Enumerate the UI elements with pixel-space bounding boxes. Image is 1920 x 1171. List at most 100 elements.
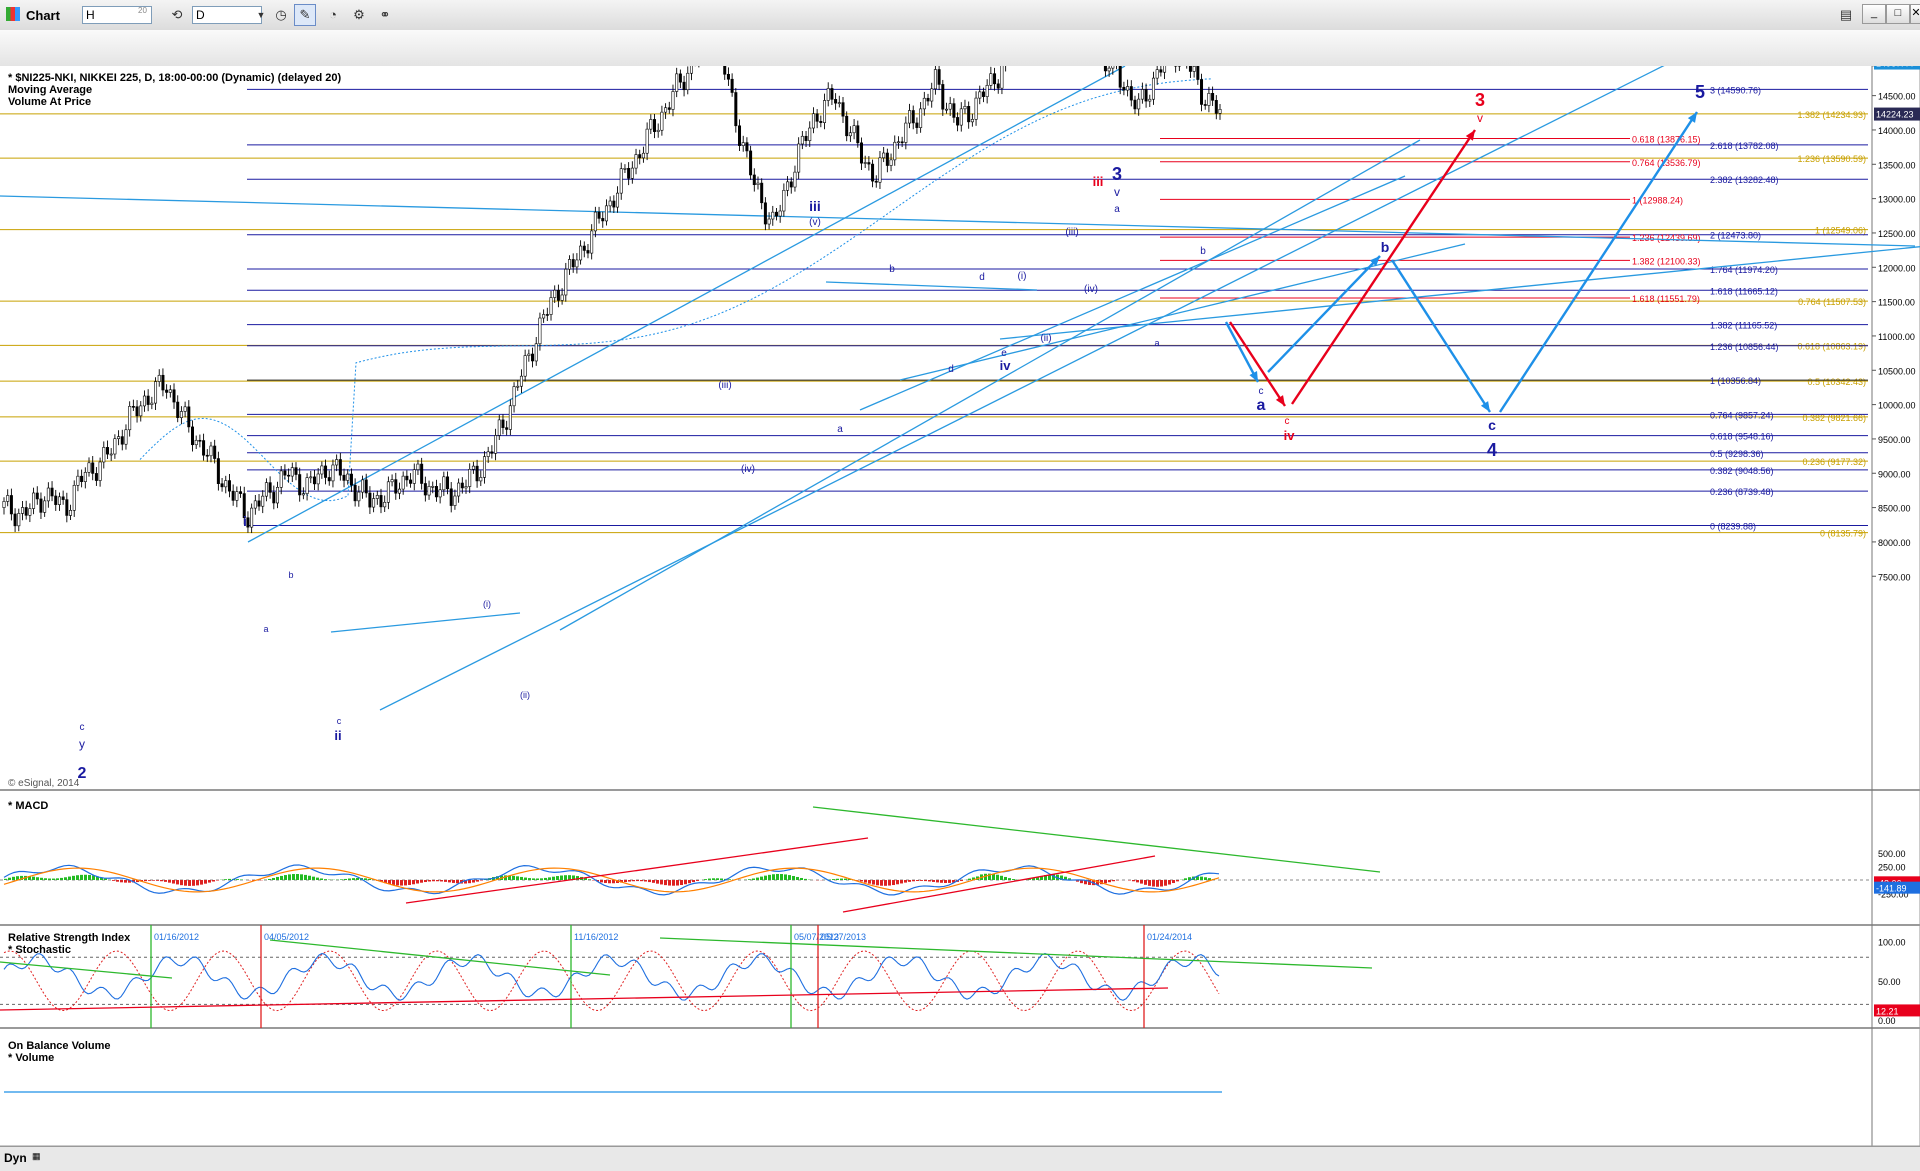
candle-body xyxy=(875,181,877,182)
macd-histogram-bar xyxy=(84,875,87,880)
dyn-dropdown-icon[interactable]: ▦ xyxy=(32,1151,41,1162)
candle-body xyxy=(1123,87,1125,90)
candle-body xyxy=(402,476,404,489)
candle-body xyxy=(210,446,212,456)
candle-body xyxy=(406,476,408,480)
wave-label: a xyxy=(837,424,843,435)
candle-body xyxy=(997,84,999,88)
macd-histogram-bar xyxy=(32,877,35,880)
candle-body xyxy=(95,473,97,480)
macd-histogram-bar xyxy=(476,880,479,882)
candle-body xyxy=(882,153,884,158)
macd-histogram-bar xyxy=(564,875,567,880)
macd-histogram-bar xyxy=(104,879,107,880)
macd-histogram-bar xyxy=(408,880,411,885)
candle-body xyxy=(879,158,881,182)
candle-body xyxy=(616,193,618,207)
y-tick-label: 7500.00 xyxy=(1878,572,1911,582)
macd-histogram-bar xyxy=(224,879,227,880)
macd-histogram-bar xyxy=(760,877,763,880)
macd-histogram-bar xyxy=(156,880,159,881)
macd-histogram-bar xyxy=(1136,880,1139,882)
candle-body xyxy=(480,477,482,481)
candle-body xyxy=(494,435,496,453)
maximize-icon[interactable]: □ xyxy=(1886,4,1910,24)
candle-body xyxy=(753,175,755,185)
link-icon[interactable]: ⚭ xyxy=(374,4,396,26)
candle-body xyxy=(1112,66,1114,68)
candle-body xyxy=(21,507,23,513)
candle-body xyxy=(417,464,419,470)
candle-body xyxy=(295,468,297,475)
candle-body xyxy=(387,482,389,502)
candle-body xyxy=(609,201,611,206)
candle-body xyxy=(683,82,685,90)
draw-pencil-icon[interactable]: ✎ xyxy=(294,4,316,26)
candle-body xyxy=(47,488,49,501)
candle-body xyxy=(742,143,744,146)
candle-body xyxy=(812,114,814,128)
minimize-icon[interactable]: _ xyxy=(1862,4,1886,24)
macd-histogram-bar xyxy=(188,880,191,886)
navy-fib-label: 1.382 (11165.52) xyxy=(1710,321,1777,331)
macd-histogram-bar xyxy=(560,876,563,880)
candle-body xyxy=(69,510,71,515)
candle-body xyxy=(350,474,352,485)
macd-histogram-bar xyxy=(56,878,59,880)
refresh-icon[interactable]: ⟲ xyxy=(166,4,188,26)
speedometer-icon[interactable]: ◔ xyxy=(322,4,344,26)
candle-body xyxy=(191,427,193,445)
candle-body xyxy=(635,155,637,169)
macd-histogram-bar xyxy=(756,878,759,880)
macd-histogram-bar xyxy=(48,879,51,880)
candle-body xyxy=(25,507,27,515)
candle-body xyxy=(136,407,138,416)
candle-body xyxy=(912,111,914,123)
candle-body xyxy=(1126,86,1128,90)
candle-body xyxy=(916,123,918,128)
macd-histogram-bar xyxy=(1204,877,1207,880)
candle-body xyxy=(605,206,607,221)
macd-histogram-bar xyxy=(912,880,915,881)
candle-body xyxy=(232,491,234,500)
rsi-date-marker-label: 11/16/2012 xyxy=(574,932,618,942)
candle-body xyxy=(184,407,186,412)
interval-dropdown-icon[interactable]: ▼ xyxy=(250,4,272,26)
rsi-tick-label: 50.00 xyxy=(1878,977,1901,987)
candle-body xyxy=(520,376,522,386)
macd-histogram-bar xyxy=(784,874,787,880)
candle-body xyxy=(328,477,330,480)
y-tick-label: 8500.00 xyxy=(1878,504,1911,514)
macd-histogram-bar xyxy=(1132,880,1135,881)
rsi-date-marker-label: 01/16/2012 xyxy=(154,932,199,942)
candle-body xyxy=(687,73,689,90)
candle-body xyxy=(1149,99,1151,101)
macd-histogram-bar xyxy=(800,878,803,880)
candle-body xyxy=(132,406,134,407)
chart-area[interactable]: 2.618 (19689.73)2.382 (18648.20)2 (16962… xyxy=(0,66,1920,1146)
wave-label: 3 xyxy=(1475,90,1485,110)
macd-histogram-bar xyxy=(788,875,791,880)
dyn-label[interactable]: Dyn xyxy=(4,1151,27,1165)
macd-histogram-bar xyxy=(4,879,7,880)
navy-fib-label: 1.236 (10856.44) xyxy=(1710,342,1779,352)
chart-small-icon[interactable]: ▤ xyxy=(1835,4,1857,26)
clock-icon[interactable]: ◷ xyxy=(270,4,292,26)
candle-body xyxy=(103,447,105,462)
candle-body xyxy=(369,493,371,507)
candle-body xyxy=(454,496,456,506)
close-icon[interactable]: ✕ xyxy=(1910,4,1920,24)
gold-fib-label: 0.618 (10863.19) xyxy=(1797,341,1866,351)
red-fib-label: 1.618 (11551.79) xyxy=(1632,294,1700,304)
macd-histogram-bar xyxy=(916,880,919,881)
candle-body xyxy=(897,142,899,143)
macd-histogram-bar xyxy=(292,874,295,880)
candle-body xyxy=(801,136,803,144)
settings-icon[interactable]: ⚙ xyxy=(348,4,370,26)
candle-body xyxy=(250,508,252,527)
candle-body xyxy=(465,486,467,487)
rsi-value: 12.21 xyxy=(1876,1006,1899,1016)
macd-histogram-bar xyxy=(164,880,167,882)
candle-body xyxy=(1119,66,1121,87)
candle-body xyxy=(114,439,116,454)
